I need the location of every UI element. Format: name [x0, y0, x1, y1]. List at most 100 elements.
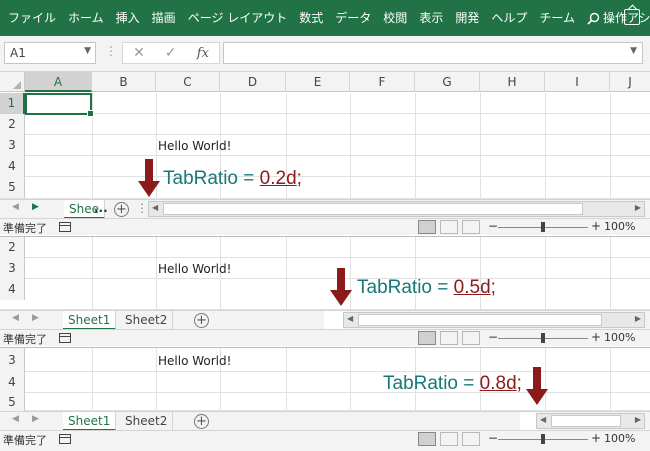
scrollbar-thumb[interactable]: [551, 415, 621, 427]
zoom-level[interactable]: 100%: [604, 331, 635, 344]
add-sheet-button[interactable]: +: [114, 202, 129, 217]
normal-view-button[interactable]: [418, 432, 436, 446]
column-header-f[interactable]: F: [350, 72, 415, 92]
add-sheet-button[interactable]: +: [194, 313, 209, 328]
scroll-tabs-left-icon[interactable]: ◀: [12, 414, 19, 424]
sheet-tab-sheet2[interactable]: Sheet2: [120, 412, 174, 431]
select-all-button[interactable]: [0, 72, 25, 92]
scroll-right-icon[interactable]: ▶: [635, 314, 641, 323]
cell-c3[interactable]: Hello World!: [158, 262, 231, 276]
scroll-tabs-right-icon[interactable]: ▶: [32, 202, 39, 212]
cell-c3[interactable]: Hello World!: [158, 139, 231, 153]
row-header[interactable]: 5: [0, 177, 25, 198]
column-header-e[interactable]: E: [286, 72, 350, 92]
macro-record-icon[interactable]: [59, 434, 71, 444]
row-header[interactable]: 4: [0, 372, 25, 393]
horizontal-scrollbar[interactable]: ◀ ▶: [148, 201, 645, 217]
sheet-tab-sheet1[interactable]: Sheet1: [63, 412, 117, 431]
tab-insert[interactable]: 挿入: [110, 9, 146, 27]
cell-c3[interactable]: Hello World!: [158, 354, 231, 368]
tab-draw[interactable]: 描画: [146, 9, 182, 27]
tab-review[interactable]: 校閲: [377, 9, 413, 27]
scrollbar-thumb[interactable]: [163, 203, 583, 215]
zoom-out-button[interactable]: −: [488, 431, 498, 445]
zoom-in-button[interactable]: +: [591, 431, 601, 445]
scroll-left-icon[interactable]: ◀: [347, 314, 353, 323]
zoom-out-button[interactable]: −: [488, 219, 498, 233]
sheet-tab-sheet1[interactable]: Sheet1: [63, 311, 117, 330]
grid-row[interactable]: 3: [0, 348, 650, 372]
grid-row[interactable]: 4: [0, 156, 650, 177]
zoom-slider-thumb[interactable]: [541, 333, 545, 343]
grid-row[interactable]: 5: [0, 177, 650, 199]
page-layout-view-button[interactable]: [440, 432, 458, 446]
scroll-right-icon[interactable]: ▶: [635, 415, 641, 424]
column-header-b[interactable]: B: [92, 72, 156, 92]
scroll-right-icon[interactable]: ▶: [635, 203, 641, 212]
column-header-a[interactable]: A: [25, 72, 92, 92]
add-sheet-button[interactable]: +: [194, 414, 209, 429]
normal-view-button[interactable]: [418, 220, 436, 234]
row-header[interactable]: 4: [0, 279, 25, 300]
active-cell-a1[interactable]: [25, 93, 94, 117]
grid-row[interactable]: 4: [0, 372, 650, 393]
column-header-i[interactable]: I: [545, 72, 610, 92]
grid-row[interactable]: 1: [0, 93, 650, 114]
scroll-tabs-right-icon[interactable]: ▶: [32, 313, 39, 323]
zoom-slider-thumb[interactable]: [541, 434, 545, 444]
grid-row[interactable]: 3: [0, 135, 650, 156]
page-break-view-button[interactable]: [462, 220, 480, 234]
tab-file[interactable]: ファイル: [2, 9, 62, 27]
scrollbar-thumb[interactable]: [358, 314, 602, 326]
insert-function-button[interactable]: fx: [197, 46, 209, 61]
zoom-slider-thumb[interactable]: [541, 222, 545, 232]
column-header-d[interactable]: D: [220, 72, 286, 92]
page-layout-view-button[interactable]: [440, 220, 458, 234]
page-layout-view-button[interactable]: [440, 331, 458, 345]
tab-developer[interactable]: 開発: [449, 9, 485, 27]
zoom-in-button[interactable]: +: [591, 330, 601, 344]
chevron-down-icon[interactable]: ▼: [84, 46, 91, 56]
cancel-entry-button[interactable]: ✕: [133, 45, 145, 61]
row-header[interactable]: 3: [0, 348, 25, 372]
grid-row[interactable]: 2: [0, 237, 650, 258]
page-break-view-button[interactable]: [462, 432, 480, 446]
zoom-out-button[interactable]: −: [488, 330, 498, 344]
horizontal-scrollbar[interactable]: ◀ ▶: [343, 312, 645, 328]
zoom-in-button[interactable]: +: [591, 219, 601, 233]
row-header[interactable]: 2: [0, 114, 25, 135]
horizontal-scrollbar[interactable]: ◀ ▶: [536, 413, 645, 429]
row-header[interactable]: 5: [0, 393, 25, 411]
tab-home[interactable]: ホーム: [62, 9, 110, 27]
row-header[interactable]: 4: [0, 156, 25, 177]
scroll-left-icon[interactable]: ◀: [152, 203, 158, 212]
name-box[interactable]: A1 ▼: [4, 42, 96, 64]
grid-row[interactable]: 2: [0, 114, 650, 135]
column-header-c[interactable]: C: [156, 72, 220, 92]
grid-row[interactable]: 4: [0, 279, 650, 310]
grid-row[interactable]: 3: [0, 258, 650, 279]
zoom-level[interactable]: 100%: [604, 220, 635, 233]
zoom-level[interactable]: 100%: [604, 432, 635, 445]
scroll-left-icon[interactable]: ◀: [540, 415, 546, 424]
scroll-tabs-right-icon[interactable]: ▶: [32, 414, 39, 424]
formula-bar-grip-icon[interactable]: ⋮: [105, 44, 117, 58]
tab-split-handle-icon[interactable]: ⋮: [136, 201, 148, 215]
tab-view[interactable]: 表示: [413, 9, 449, 27]
row-header[interactable]: 3: [0, 258, 25, 279]
row-header[interactable]: 2: [0, 237, 25, 258]
tab-page-layout[interactable]: ページ レイアウト: [182, 9, 294, 27]
grid-row[interactable]: 5: [0, 393, 650, 411]
sheet-tab-sheet2[interactable]: Sheet2: [120, 311, 174, 330]
row-header[interactable]: 1: [0, 93, 25, 114]
column-header-j[interactable]: J: [610, 72, 650, 92]
macro-record-icon[interactable]: [59, 333, 71, 343]
normal-view-button[interactable]: [418, 331, 436, 345]
page-break-view-button[interactable]: [462, 331, 480, 345]
column-header-h[interactable]: H: [480, 72, 545, 92]
more-sheets-ellipsis[interactable]: ...: [94, 201, 108, 215]
column-header-g[interactable]: G: [415, 72, 480, 92]
macro-record-icon[interactable]: [59, 222, 71, 232]
enter-entry-button[interactable]: ✓: [165, 45, 177, 61]
scroll-tabs-left-icon[interactable]: ◀: [12, 202, 19, 212]
